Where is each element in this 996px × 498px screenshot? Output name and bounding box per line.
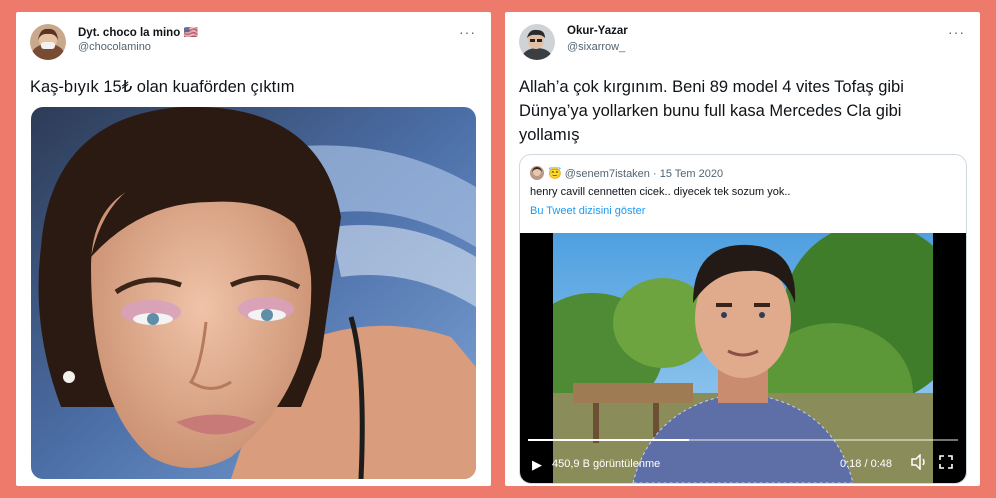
tweet-text: Kaş-bıyık 15₺ olan kuaförden çıktım — [30, 78, 295, 96]
user-handle[interactable]: @sixarrow_ — [567, 41, 625, 53]
tweet-card-right: Okur-Yazar @sixarrow_ ··· Allah’a çok kı… — [505, 12, 980, 486]
tweet-text-line: Dünya’ya yollarken bunu full kasa Merced… — [519, 102, 902, 120]
video-frame — [553, 233, 933, 483]
tweet-photo[interactable] — [31, 107, 476, 479]
video-player[interactable]: ▶ 450,9 B görüntülenme 0:18 / 0:48 — [520, 233, 966, 483]
tweet-text: Allah’a çok kırgınım. Beni 89 model 4 vi… — [519, 75, 969, 147]
quoted-user-avatar[interactable] — [530, 166, 544, 180]
quoted-text: henry cavill cennetten cicek.. diyecek t… — [530, 186, 791, 198]
fullscreen-icon[interactable] — [938, 454, 954, 473]
user-handle[interactable]: @chocolamino — [78, 41, 151, 53]
more-options-icon[interactable]: ··· — [948, 24, 965, 40]
display-name[interactable]: Dyt. choco la mino 🇺🇸 — [78, 25, 198, 39]
show-thread-link[interactable]: Bu Tweet dizisini göster — [530, 205, 645, 217]
view-count: 450,9 B görüntülenme — [552, 458, 661, 470]
video-time: 0:18 / 0:48 — [840, 458, 892, 470]
quoted-tweet[interactable]: 😇 @senem7istaken · 15 Tem 2020 henry cav… — [519, 154, 967, 484]
video-progress-fill — [528, 439, 690, 441]
user-avatar[interactable] — [519, 24, 555, 60]
play-icon[interactable]: ▶ — [532, 457, 542, 473]
quoted-handle-row[interactable]: 😇 @senem7istaken · 15 Tem 2020 — [548, 167, 723, 180]
volume-icon[interactable] — [910, 453, 928, 473]
flag-icon: 🇺🇸 — [183, 27, 198, 39]
quoted-date[interactable]: 15 Tem 2020 — [660, 168, 723, 180]
tweet-text-line: yollamış — [519, 126, 580, 144]
user-avatar[interactable] — [30, 24, 66, 60]
video-progress-bar[interactable] — [528, 439, 958, 441]
display-name-text[interactable]: Dyt. choco la mino — [78, 27, 180, 39]
angel-emoji-icon: 😇 — [548, 168, 562, 180]
display-name[interactable]: Okur-Yazar — [567, 25, 628, 37]
separator-dot: · — [652, 168, 657, 180]
more-options-icon[interactable]: ··· — [459, 24, 476, 40]
tweet-card-left: Dyt. choco la mino 🇺🇸 @chocolamino ··· K… — [16, 12, 491, 486]
tweet-text-line: Allah’a çok kırgınım. Beni 89 model 4 vi… — [519, 78, 904, 96]
quoted-handle[interactable]: @senem7istaken — [565, 168, 650, 180]
